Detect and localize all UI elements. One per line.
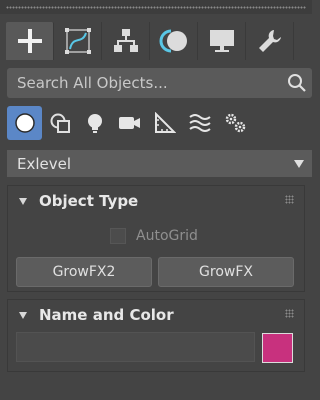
- gears-icon: [225, 113, 245, 133]
- curve-modify-icon: [64, 28, 91, 54]
- tab-modify[interactable]: [54, 22, 102, 60]
- ruler-triangle-icon: [154, 112, 176, 133]
- collapse-arrow-icon: [19, 197, 27, 205]
- grip-dots: [6, 6, 306, 9]
- object-type-rollout: Object Type AutoGrid GrowFX2 GrowFX: [7, 185, 305, 292]
- object-name-field[interactable]: [16, 332, 255, 362]
- tab-utilities[interactable]: [246, 22, 294, 60]
- shapes-icon: [50, 113, 70, 133]
- panel-grip[interactable]: [0, 0, 312, 14]
- collapse-arrow-icon: [19, 311, 27, 319]
- command-panel-tabs: [6, 22, 312, 60]
- tab-hierarchy[interactable]: [102, 22, 150, 60]
- sphere-icon: [14, 113, 35, 133]
- autogrid-checkbox[interactable]: [110, 228, 126, 244]
- command-panel: Exlevel Object Type AutoGrid GrowFX2 Gro…: [0, 0, 312, 400]
- search-icon[interactable]: [282, 73, 312, 93]
- category-bar: [7, 106, 252, 140]
- autogrid-label: AutoGrid: [136, 228, 198, 244]
- name-color-header[interactable]: Name and Color: [8, 300, 304, 330]
- camera-icon: [118, 117, 140, 129]
- rollout-grip-icon[interactable]: [285, 309, 294, 318]
- object-type-header[interactable]: Object Type: [8, 186, 304, 216]
- growfx-button[interactable]: GrowFX: [158, 257, 294, 287]
- growfx2-button[interactable]: GrowFX2: [16, 257, 152, 287]
- wrench-icon: [258, 30, 281, 52]
- object-category-dropdown[interactable]: Exlevel: [7, 150, 312, 177]
- hierarchy-icon: [113, 29, 138, 52]
- category-lights[interactable]: [77, 106, 112, 140]
- autogrid-option: AutoGrid: [110, 228, 198, 244]
- plus-icon: [17, 29, 42, 53]
- category-systems[interactable]: [217, 106, 252, 140]
- category-shapes[interactable]: [42, 106, 77, 140]
- search-box: [7, 68, 312, 98]
- spacewarp-icon: [188, 114, 211, 132]
- search-input[interactable]: [7, 68, 282, 98]
- category-cameras[interactable]: [112, 106, 147, 140]
- tab-create[interactable]: [6, 22, 54, 60]
- motion-icon: [159, 29, 187, 53]
- category-spacewarps[interactable]: [182, 106, 217, 140]
- object-color-swatch[interactable]: [262, 333, 293, 363]
- monitor-icon: [209, 30, 234, 52]
- tab-display[interactable]: [198, 22, 246, 60]
- tab-motion[interactable]: [150, 22, 198, 60]
- object-type-title: Object Type: [39, 192, 139, 210]
- name-color-rollout: Name and Color: [7, 299, 305, 372]
- category-helpers[interactable]: [147, 106, 182, 140]
- category-geometry[interactable]: [7, 106, 42, 140]
- name-color-title: Name and Color: [39, 306, 174, 324]
- lightbulb-icon: [87, 114, 102, 133]
- chevron-down-icon: [294, 159, 304, 168]
- rollout-grip-icon[interactable]: [285, 195, 294, 204]
- dropdown-value: Exlevel: [17, 154, 72, 173]
